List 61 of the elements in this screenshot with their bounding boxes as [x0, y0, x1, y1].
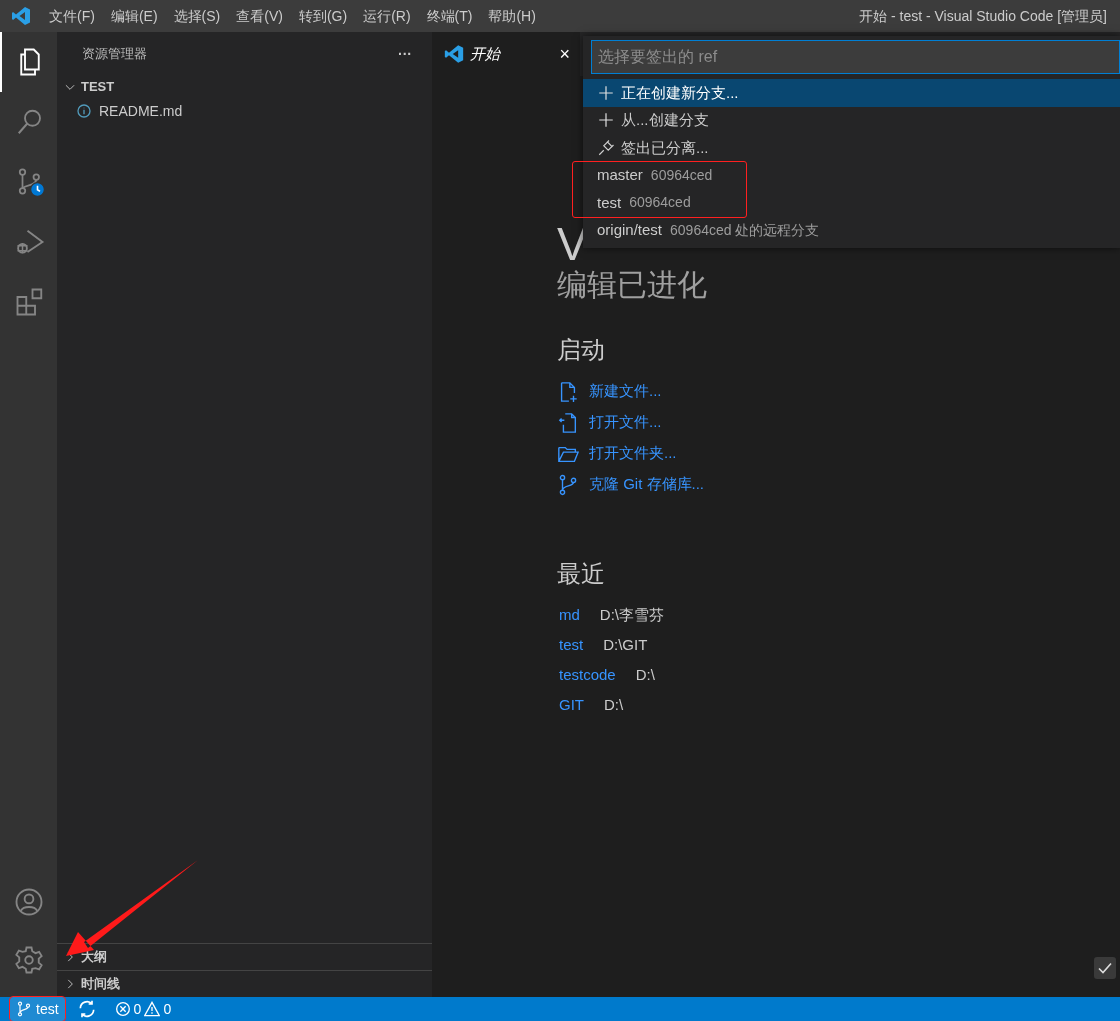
app-logo-icon: [11, 6, 31, 26]
branch-icon: [16, 1001, 32, 1017]
menu-item[interactable]: 查看(V): [229, 5, 290, 27]
recent-path: D:\GIT: [603, 634, 648, 655]
extensions-icon: [14, 287, 45, 317]
tab-label: 开始: [470, 43, 502, 64]
menu-item[interactable]: 运行(R): [356, 5, 418, 27]
item-description: 60964ced: [650, 165, 713, 185]
menu-item[interactable]: 终端(T): [419, 5, 480, 27]
menu-item[interactable]: 选择(S): [166, 5, 228, 27]
quick-pick-input[interactable]: 选择要签出的 ref: [591, 40, 1120, 74]
problems-button[interactable]: 0 0: [114, 998, 172, 1020]
warning-icon: [144, 1001, 161, 1017]
file-item[interactable]: README.md: [99, 100, 183, 122]
run-debug-icon: [14, 227, 45, 257]
check-button[interactable]: [1094, 957, 1116, 979]
menu-item[interactable]: 文件(F): [42, 5, 102, 27]
section-heading: 最近: [557, 559, 606, 589]
folder-row[interactable]: TEST: [57, 76, 432, 98]
item-description: 60964ced 处的远程分支: [670, 220, 820, 240]
quick-pick-item[interactable]: test 60964ced: [583, 189, 1120, 217]
quick-pick-item[interactable]: master 60964ced: [583, 161, 1120, 189]
start-link[interactable]: 打开文件...: [589, 411, 662, 434]
window-title: 开始 - test - Visual Studio Code [管理员]: [859, 6, 1107, 26]
recent-path: D:\: [604, 694, 624, 715]
section-heading: 启动: [557, 335, 606, 365]
quick-pick-item[interactable]: 从...创建分支: [583, 106, 1120, 134]
quick-pick-item[interactable]: origin/test 60964ced 处的远程分支: [583, 216, 1120, 244]
sidebar-title: 资源管理器: [82, 45, 148, 64]
branch-status-button[interactable]: test: [10, 997, 65, 1021]
close-button[interactable]: ×: [559, 40, 570, 68]
menu-item[interactable]: 编辑(E): [103, 5, 165, 27]
info-icon: [76, 103, 92, 119]
app-logo-icon: [444, 44, 464, 64]
checkmark-icon: [1097, 960, 1113, 976]
branch-icon: [557, 473, 579, 496]
welcome-subtitle: 编辑已进化: [557, 267, 708, 303]
recent-link[interactable]: test: [559, 633, 584, 657]
menu-item[interactable]: 帮助(H): [481, 5, 543, 27]
plus-icon: [597, 83, 615, 102]
plug-icon: [597, 138, 615, 157]
recent-path: D:\李雪芬: [599, 604, 664, 625]
folder-label: TEST: [81, 78, 115, 97]
start-link[interactable]: 打开文件夹...: [589, 442, 677, 465]
item-description: 60964ced: [629, 193, 691, 213]
quick-pick-item[interactable]: 正在创建新分支...: [583, 79, 1120, 107]
start-link[interactable]: 新建文件...: [589, 380, 662, 403]
start-link[interactable]: 克隆 Git 存储库...: [589, 473, 704, 496]
recent-link[interactable]: md: [559, 603, 580, 627]
error-icon: [114, 1001, 131, 1017]
recent-link[interactable]: GIT: [559, 693, 584, 717]
open-file-icon: [557, 411, 579, 434]
account-icon[interactable]: [13, 887, 44, 917]
recent-path: D:\: [635, 664, 655, 685]
quick-pick-item[interactable]: 签出已分离...: [583, 134, 1120, 162]
editor-tab[interactable]: 开始 ×: [432, 32, 580, 76]
settings-icon[interactable]: [13, 945, 44, 975]
plus-icon: [597, 111, 615, 130]
more-actions-button[interactable]: ···: [398, 43, 412, 65]
recent-link[interactable]: testcode: [559, 663, 616, 687]
menu-item[interactable]: 转到(G): [291, 5, 355, 27]
